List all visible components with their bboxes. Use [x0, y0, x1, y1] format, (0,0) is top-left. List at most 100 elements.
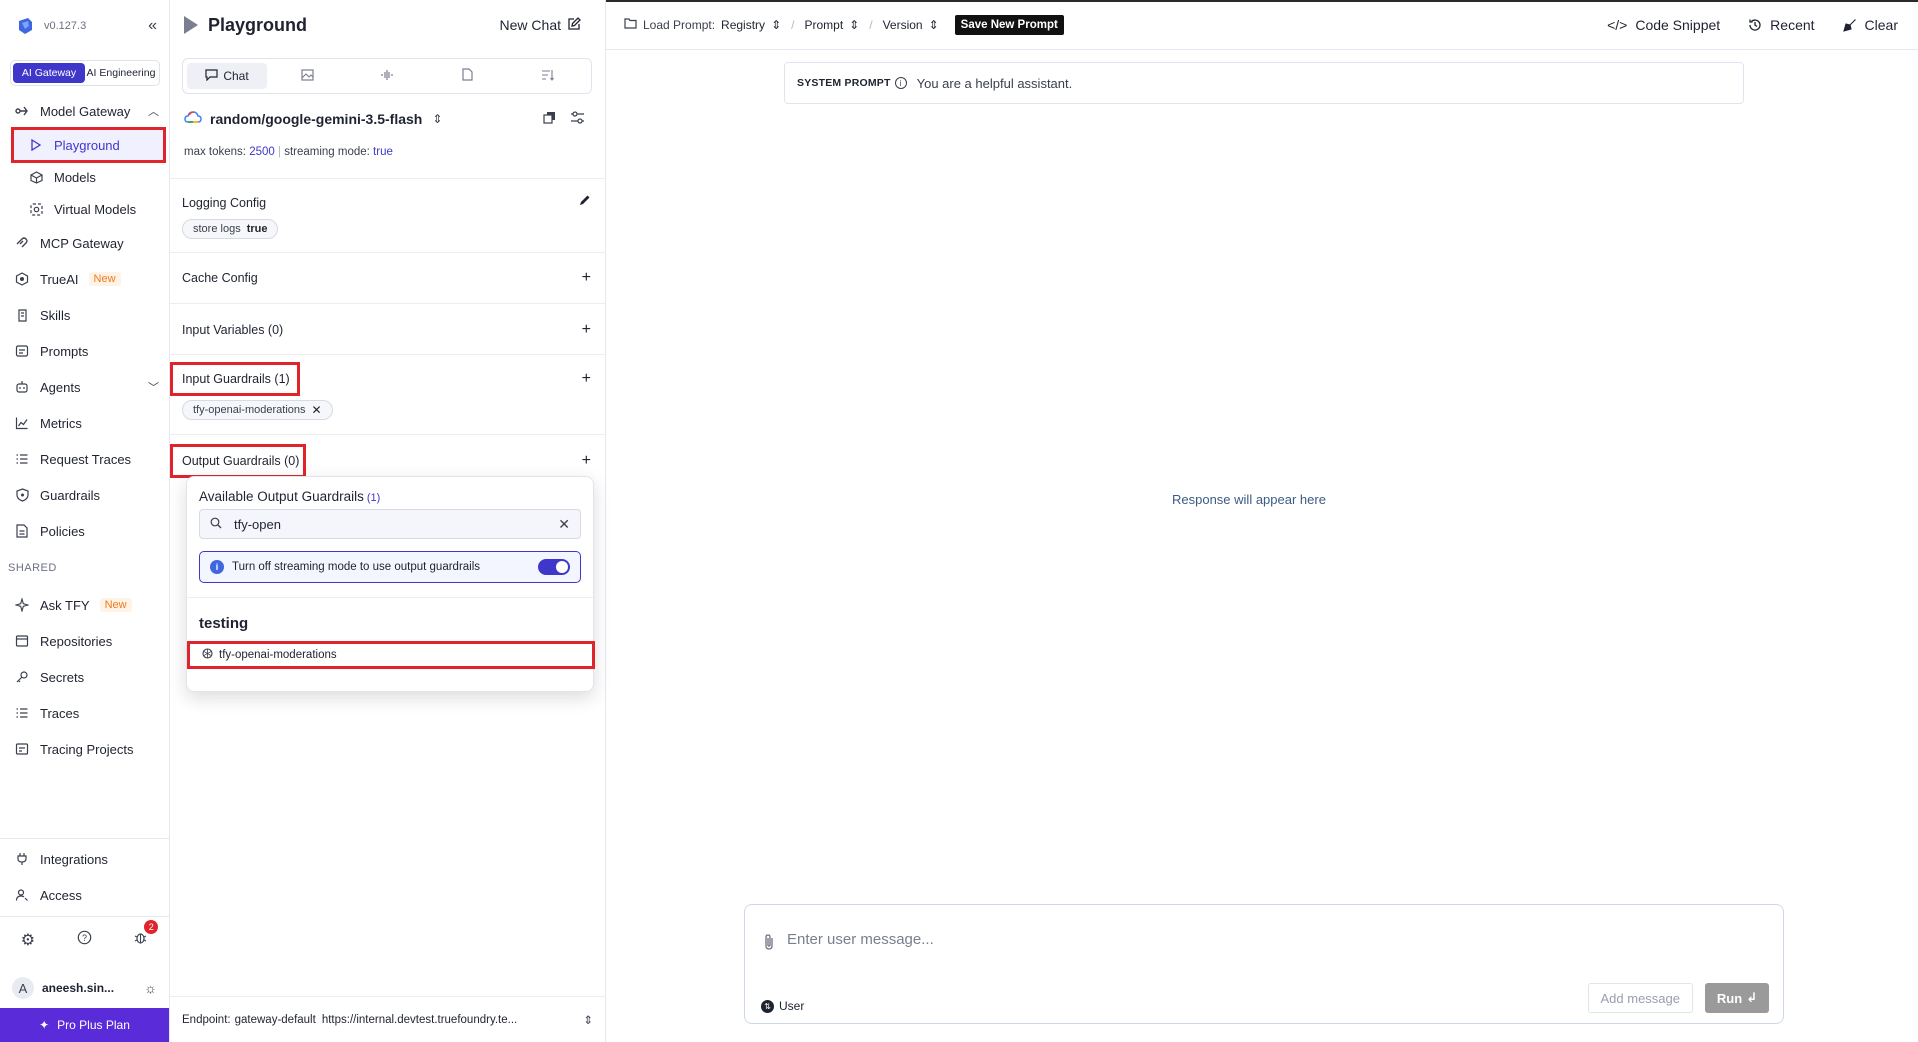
- load-prompt-group: Load Prompt: Registry ⇕ / Prompt ⇕ / Ver…: [624, 14, 1064, 35]
- run-button[interactable]: Run ↲: [1705, 983, 1769, 1013]
- settings-gear-icon[interactable]: ⚙: [21, 930, 35, 950]
- help-icon[interactable]: ?: [77, 930, 92, 950]
- mcp-icon: [14, 235, 30, 251]
- user-message-input[interactable]: [787, 931, 1687, 948]
- recent-button[interactable]: Recent: [1748, 16, 1815, 33]
- svg-text:?: ?: [82, 933, 87, 943]
- mode-ai-engineering[interactable]: AI Engineering: [85, 63, 157, 83]
- pro-plan-banner[interactable]: ✦ Pro Plus Plan: [0, 1008, 169, 1042]
- sidebar-item-label: TrueAI: [40, 271, 79, 287]
- avatar: A: [12, 977, 34, 999]
- theme-sun-icon[interactable]: ☼: [144, 980, 157, 996]
- registry-label: Registry: [721, 17, 766, 32]
- sidebar-item-repositories[interactable]: Repositories: [14, 628, 159, 654]
- clear-label: Clear: [1864, 16, 1898, 33]
- guardrail-group-heading: testing: [199, 615, 249, 632]
- google-cloud-icon: [184, 110, 202, 127]
- system-prompt-box[interactable]: SYSTEM PROMPT i You are a helpful assist…: [784, 62, 1744, 104]
- sidebar-item-model-gateway[interactable]: Model Gateway ︿: [14, 98, 159, 124]
- sidebar-item-secrets[interactable]: Secrets: [14, 664, 159, 690]
- sidebar-item-tracing-projects[interactable]: Tracing Projects: [14, 736, 159, 762]
- recent-label: Recent: [1770, 16, 1815, 33]
- sidebar-item-integrations[interactable]: Integrations: [14, 846, 159, 872]
- sidebar-item-trueai[interactable]: TrueAI New: [14, 266, 159, 292]
- tab-image[interactable]: [267, 63, 347, 89]
- breadcrumb-separator: /: [869, 17, 873, 32]
- sidebar-item-prompts[interactable]: Prompts: [14, 338, 159, 364]
- sidebar-item-traces[interactable]: Traces: [14, 700, 159, 726]
- pencil-edit-icon[interactable]: [578, 194, 591, 212]
- plug-icon: [14, 851, 30, 867]
- sidebar-item-agents[interactable]: Agents ﹀: [14, 374, 159, 400]
- tab-document[interactable]: [427, 63, 507, 89]
- bug-report-icon[interactable]: 2: [133, 920, 159, 950]
- sidebar-item-virtual-models[interactable]: Virtual Models: [28, 196, 159, 222]
- save-new-prompt-button[interactable]: Save New Prompt: [954, 14, 1064, 35]
- collapse-sidebar-icon[interactable]: «: [148, 17, 157, 35]
- copy-icon[interactable]: [543, 111, 556, 127]
- sidebar-item-label: Model Gateway: [40, 103, 131, 119]
- prompt-toolbar: Load Prompt: Registry ⇕ / Prompt ⇕ / Ver…: [606, 0, 1918, 50]
- key-icon: [14, 669, 30, 685]
- tab-audio[interactable]: [347, 63, 427, 89]
- add-message-button[interactable]: Add message: [1587, 983, 1693, 1013]
- version-label: v0.127.3: [44, 20, 87, 32]
- modality-tabs: Chat: [182, 58, 592, 94]
- sidebar-item-playground[interactable]: Playground: [11, 127, 166, 163]
- model-selector[interactable]: random/google-gemini-3.5-flash ⇕: [184, 110, 585, 127]
- paperclip-icon[interactable]: [763, 933, 775, 956]
- sidebar-item-request-traces[interactable]: Request Traces: [14, 446, 159, 472]
- new-chat-button[interactable]: New Chat: [500, 16, 581, 34]
- role-selector[interactable]: ⇅ User: [761, 999, 804, 1013]
- sidebar-item-label: Traces: [40, 705, 80, 721]
- prompt-label: Prompt: [804, 17, 844, 32]
- add-output-guardrail-plus-icon[interactable]: +: [582, 452, 591, 470]
- breadcrumb-separator: /: [791, 17, 795, 32]
- code-icon: </>: [1607, 16, 1628, 33]
- registry-dropdown[interactable]: Registry ⇕: [721, 18, 781, 32]
- new-badge: New: [99, 598, 132, 612]
- sidebar-item-models[interactable]: Models: [28, 164, 159, 190]
- remove-chip-x-icon[interactable]: ✕: [312, 403, 322, 417]
- sidebar-item-skills[interactable]: Skills: [14, 302, 159, 328]
- add-cache-config-plus-icon[interactable]: +: [582, 269, 591, 287]
- metrics-icon: [14, 415, 30, 431]
- guardrail-option[interactable]: tfy-openai-moderations: [187, 641, 595, 669]
- sidebar-item-access[interactable]: Access: [14, 882, 159, 908]
- sidebar-item-metrics[interactable]: Metrics: [14, 410, 159, 436]
- sidebar-item-label: Models: [54, 169, 96, 185]
- endpoint-selector[interactable]: Endpoint: gateway-default https://intern…: [170, 996, 605, 1042]
- notification-count-badge: 2: [144, 920, 159, 934]
- role-label: User: [779, 999, 805, 1013]
- version-dropdown[interactable]: Version ⇕: [883, 18, 939, 32]
- mode-ai-gateway[interactable]: AI Gateway: [13, 63, 85, 83]
- streaming-label: streaming mode:: [284, 146, 370, 158]
- sidebar-item-label: Repositories: [40, 633, 113, 649]
- add-input-variable-plus-icon[interactable]: +: [582, 321, 591, 339]
- model-settings-sliders-icon[interactable]: [570, 110, 585, 127]
- prompt-dropdown[interactable]: Prompt ⇕: [804, 18, 859, 32]
- tab-rerank[interactable]: [507, 63, 587, 89]
- sidebar-item-mcp-gateway[interactable]: MCP Gateway: [14, 230, 159, 256]
- logging-config-row: Logging Config: [182, 191, 593, 215]
- clear-button[interactable]: Clear: [1842, 16, 1898, 33]
- tab-chat[interactable]: Chat: [187, 63, 267, 89]
- clear-search-x-icon[interactable]: ✕: [558, 516, 570, 533]
- sidebar-divider: [0, 838, 169, 839]
- user-profile[interactable]: A aneesh.sin... ☼: [12, 975, 157, 1001]
- sidebar-item-guardrails[interactable]: Guardrails: [14, 482, 159, 508]
- sidebar-item-policies[interactable]: Policies: [14, 518, 159, 544]
- section-label: Input Guardrails (1): [182, 372, 290, 386]
- add-input-guardrail-plus-icon[interactable]: +: [582, 370, 591, 388]
- chevron-updown-icon: ⇕: [928, 17, 939, 32]
- guardrail-search-input[interactable]: [234, 516, 559, 532]
- playground-header: Playground New Chat: [184, 12, 581, 38]
- sidebar-item-label: Guardrails: [40, 487, 100, 503]
- endpoint-url: https://internal.devtest.truefoundry.te.…: [321, 1013, 518, 1026]
- sidebar-item-ask-tfy[interactable]: Ask TFY New: [14, 592, 159, 618]
- virtual-model-icon: [28, 201, 44, 217]
- code-snippet-label: Code Snippet: [1635, 16, 1721, 33]
- streaming-toggle[interactable]: [538, 559, 570, 575]
- streaming-info-banner: i Turn off streaming mode to use output …: [199, 551, 581, 583]
- code-snippet-button[interactable]: </> Code Snippet: [1607, 17, 1720, 33]
